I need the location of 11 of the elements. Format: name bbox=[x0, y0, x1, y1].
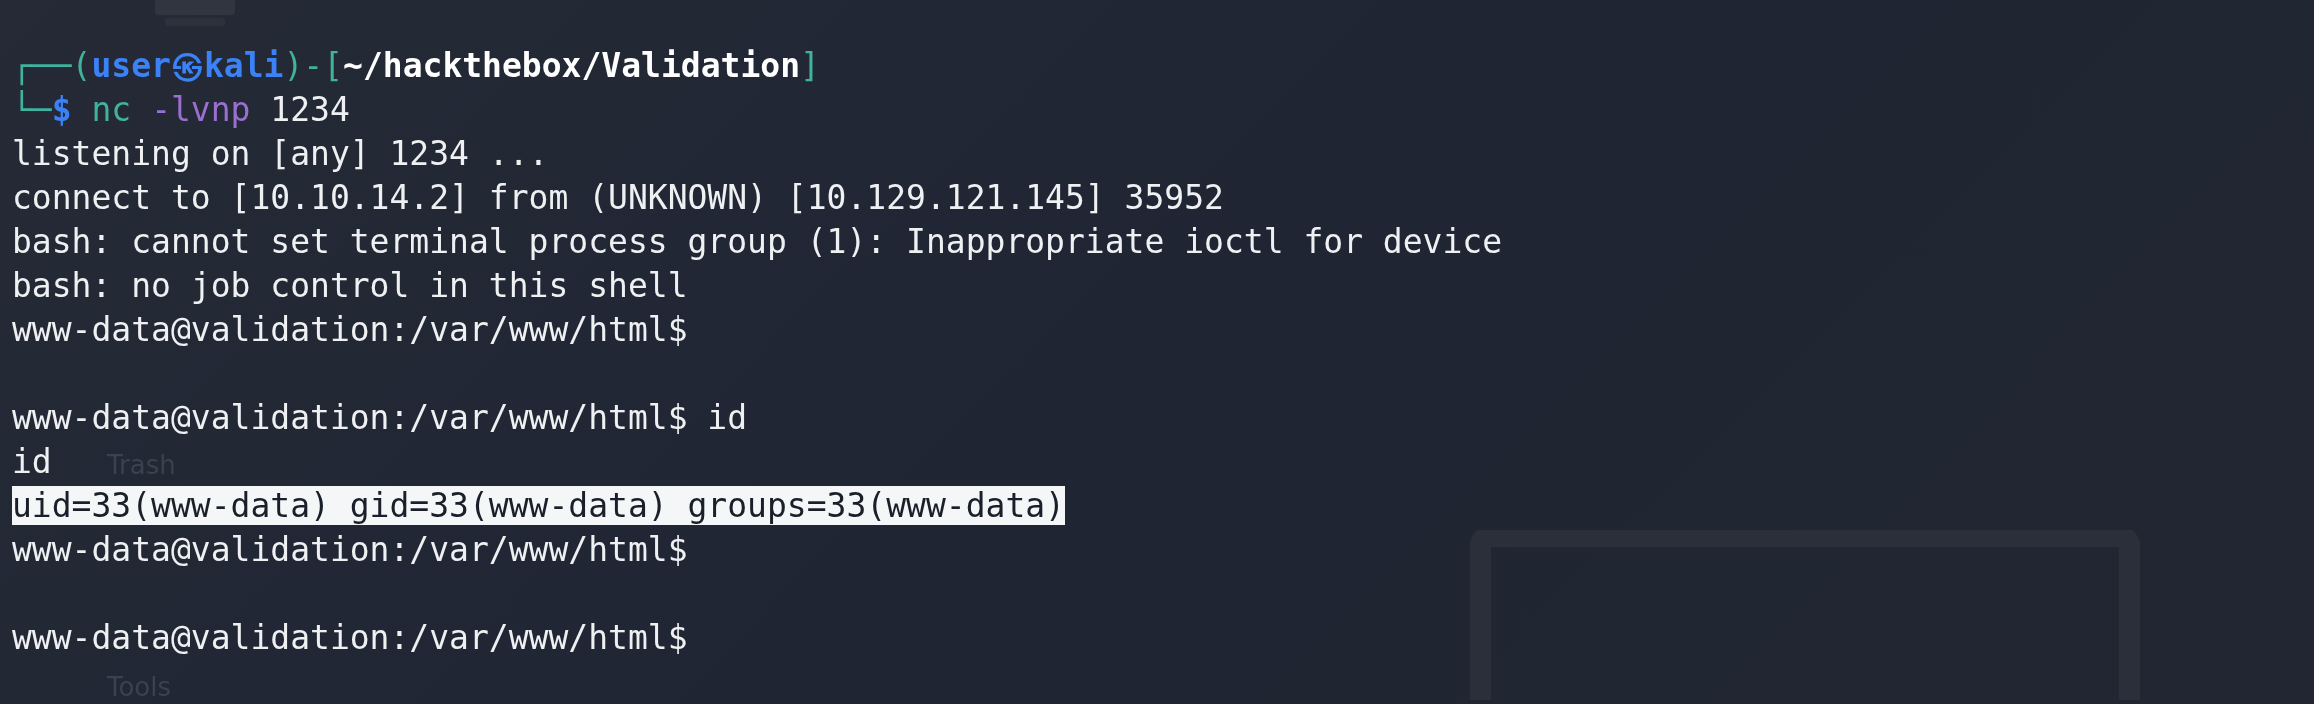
terminal-output-line: connect to [10.10.14.2] from (UNKNOWN) [10.129.121.145] 35952 bbox=[12, 178, 1224, 217]
prompt-line: └─$ nc -lvnp 1234 bbox=[12, 90, 350, 129]
terminal-output-line: bash: no job control in this shell bbox=[12, 266, 688, 305]
terminal-output-line: www-data@validation:/var/www/html$ bbox=[12, 310, 688, 349]
terminal-output-line: www-data@validation:/var/www/html$ bbox=[12, 618, 688, 657]
terminal-output-line: www-data@validation:/var/www/html$ id bbox=[12, 398, 748, 437]
terminal-output-line: www-data@validation:/var/www/html$ bbox=[12, 530, 688, 569]
terminal-output-line: bash: cannot set terminal process group (1): Inappropriate ioctl for device bbox=[12, 222, 1503, 261]
terminal-output-line: listening on [any] 1234 ... bbox=[12, 134, 549, 173]
prompt-line: ┌──(user㉿kali)-[~/hackthebox/Validation] bbox=[12, 46, 820, 85]
terminal-output-line: id bbox=[12, 442, 52, 481]
